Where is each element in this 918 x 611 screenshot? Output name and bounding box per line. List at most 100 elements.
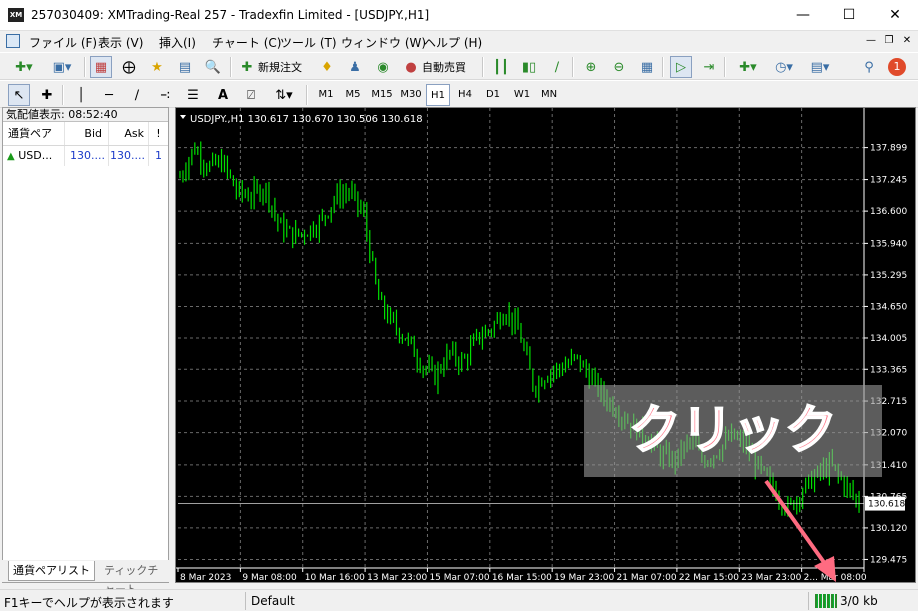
- symbol-cell: USD...: [18, 149, 53, 162]
- indicators-button[interactable]: ✚▾: [732, 56, 764, 78]
- menu-view[interactable]: 表示 (V): [98, 34, 143, 51]
- auto-trade-button[interactable]: ●: [400, 56, 422, 78]
- text-label-button[interactable]: ⍁: [240, 84, 262, 106]
- zoom-out-icon: ⊖: [613, 59, 625, 75]
- bar-chart-button[interactable]: ┃┃: [490, 56, 512, 78]
- title-bar: XM 257030409: XMTrading-Real 257 - Trade…: [0, 0, 918, 31]
- tf-w1[interactable]: W1: [510, 84, 534, 106]
- zoom-out-button[interactable]: ⊖: [608, 56, 630, 78]
- current-price-label: 130.618: [868, 500, 905, 510]
- table-row[interactable]: ▲ USD... 130.... 130.... 1: [3, 146, 168, 166]
- tf-mn[interactable]: MN: [537, 84, 561, 106]
- mdi-close-icon[interactable]: ✕: [900, 34, 914, 48]
- annotation-arrow: [764, 479, 830, 570]
- tf-m1[interactable]: M1: [314, 84, 338, 106]
- column-ask[interactable]: Ask: [109, 122, 149, 145]
- connection-status-icon[interactable]: [815, 594, 837, 608]
- new-order-label[interactable]: 新規注文: [258, 59, 302, 75]
- menu-tools[interactable]: ツール (T): [280, 34, 337, 51]
- click-annotation: クリック: [629, 401, 837, 461]
- zoom-in-button[interactable]: ⊕: [580, 56, 602, 78]
- notifications-button[interactable]: 1: [886, 56, 908, 78]
- menu-window[interactable]: ウィンドウ (W): [341, 34, 426, 51]
- globe-icon: ◉: [377, 59, 389, 75]
- maximize-button[interactable]: ☐: [826, 0, 872, 31]
- minimize-button[interactable]: —: [780, 0, 826, 31]
- metaeditor-button[interactable]: ♦: [316, 56, 338, 78]
- line-chart-icon: ∕: [554, 59, 560, 75]
- column-bid[interactable]: Bid: [65, 122, 109, 145]
- tf-h1[interactable]: H1: [426, 84, 450, 106]
- template-icon: ▤▾: [810, 59, 830, 75]
- text-icon: A: [217, 87, 229, 103]
- tab-tick-chart[interactable]: ティックチャート: [100, 561, 169, 596]
- close-button[interactable]: ✕: [872, 0, 918, 31]
- auto-scroll-button[interactable]: ▷: [670, 56, 692, 78]
- cursor-tool-button[interactable]: ↖: [8, 84, 30, 106]
- drawing-toolbar: ↖ ✚ │ ─ ∕ ∹ ☰ A ⍁ ⇅▾ M1 M5 M15 M30 H1 H4…: [0, 80, 918, 108]
- x-tick-label: 16 Mar 15:00: [492, 573, 552, 583]
- candle-chart-button[interactable]: ▮▯: [518, 56, 540, 78]
- tf-m30[interactable]: M30: [398, 84, 424, 106]
- text-tool-button[interactable]: A: [212, 84, 234, 106]
- chart-shift-button[interactable]: ⇥: [698, 56, 720, 78]
- minimize-icon: —: [796, 7, 810, 23]
- menu-file[interactable]: ファイル (F): [29, 34, 97, 51]
- equidistant-channel-icon: ∹: [159, 87, 171, 103]
- indicators-icon: ✚▾: [739, 59, 757, 75]
- metaeditor-icon: ♦: [321, 59, 333, 75]
- tester-button[interactable]: 🔍: [202, 56, 224, 78]
- navigator-button[interactable]: ⨁: [118, 56, 140, 78]
- terminal-button[interactable]: ▤: [174, 56, 196, 78]
- y-tick-label: 136.600: [870, 207, 907, 217]
- tf-d1[interactable]: D1: [481, 84, 505, 106]
- trend-line-button[interactable]: ∕: [126, 84, 148, 106]
- signals-button[interactable]: ♟: [344, 56, 366, 78]
- vertical-line-button[interactable]: │: [70, 84, 92, 106]
- bid-cell: 130....: [65, 146, 109, 166]
- profiles-button[interactable]: ▣▾: [46, 56, 78, 78]
- y-tick-label: 130.120: [870, 524, 907, 534]
- auto-trade-label[interactable]: 自動売買: [422, 59, 466, 75]
- app-logo-icon: XM: [8, 8, 24, 22]
- tab-symbols[interactable]: 通貨ペアリスト: [8, 561, 95, 581]
- templates-button[interactable]: ▤▾: [804, 56, 836, 78]
- chart-menu-icon[interactable]: [180, 115, 186, 119]
- star-folder-icon: ★: [151, 59, 163, 75]
- chart-window[interactable]: USDJPY.,H1 130.617 130.670 130.506 130.6…: [175, 107, 916, 583]
- tf-m15[interactable]: M15: [368, 84, 396, 106]
- crosshair-tool-button[interactable]: ✚: [36, 84, 58, 106]
- maximize-icon: ☐: [842, 7, 856, 23]
- column-spread[interactable]: !: [149, 122, 168, 145]
- new-order-button[interactable]: ✚: [236, 56, 258, 78]
- notification-badge: 1: [888, 58, 906, 76]
- x-tick-label: 10 Mar 16:00: [305, 573, 365, 583]
- horizontal-line-icon: ─: [105, 87, 113, 103]
- menu-chart[interactable]: チャート (C): [212, 34, 281, 51]
- favorites-button[interactable]: ★: [146, 56, 168, 78]
- x-tick-label: 13 Mar 23:00: [367, 573, 427, 583]
- horizontal-line-button[interactable]: ─: [98, 84, 120, 106]
- line-chart-button[interactable]: ∕: [546, 56, 568, 78]
- channel-button[interactable]: ∹: [154, 84, 176, 106]
- tf-h4[interactable]: H4: [453, 84, 477, 106]
- mdi-minimize-icon[interactable]: —: [864, 34, 878, 48]
- market-button[interactable]: ◉: [372, 56, 394, 78]
- search-button[interactable]: ⚲: [858, 56, 880, 78]
- help-text: F1キーでヘルプが表示されます: [4, 596, 174, 610]
- arrows-button[interactable]: ⇅▾: [268, 84, 300, 106]
- mdi-restore-icon[interactable]: ❐: [882, 34, 896, 48]
- profile-name: Default: [251, 594, 295, 608]
- column-symbol[interactable]: 通貨ペア: [3, 122, 65, 145]
- menu-help[interactable]: ヘルプ (H): [424, 34, 482, 51]
- market-watch-button[interactable]: ▦: [90, 56, 112, 78]
- new-chart-button[interactable]: ✚▾: [8, 56, 40, 78]
- menu-insert[interactable]: 挿入(I): [159, 34, 196, 51]
- document-icon[interactable]: [6, 34, 20, 48]
- fibonacci-button[interactable]: ☰: [182, 84, 204, 106]
- tf-m5[interactable]: M5: [341, 84, 365, 106]
- price-chart[interactable]: USDJPY.,H1 130.617 130.670 130.506 130.6…: [176, 108, 916, 583]
- tile-windows-button[interactable]: ▦: [636, 56, 658, 78]
- market-watch-header: 通貨ペア Bid Ask !: [3, 122, 168, 146]
- periods-button[interactable]: ◷▾: [768, 56, 800, 78]
